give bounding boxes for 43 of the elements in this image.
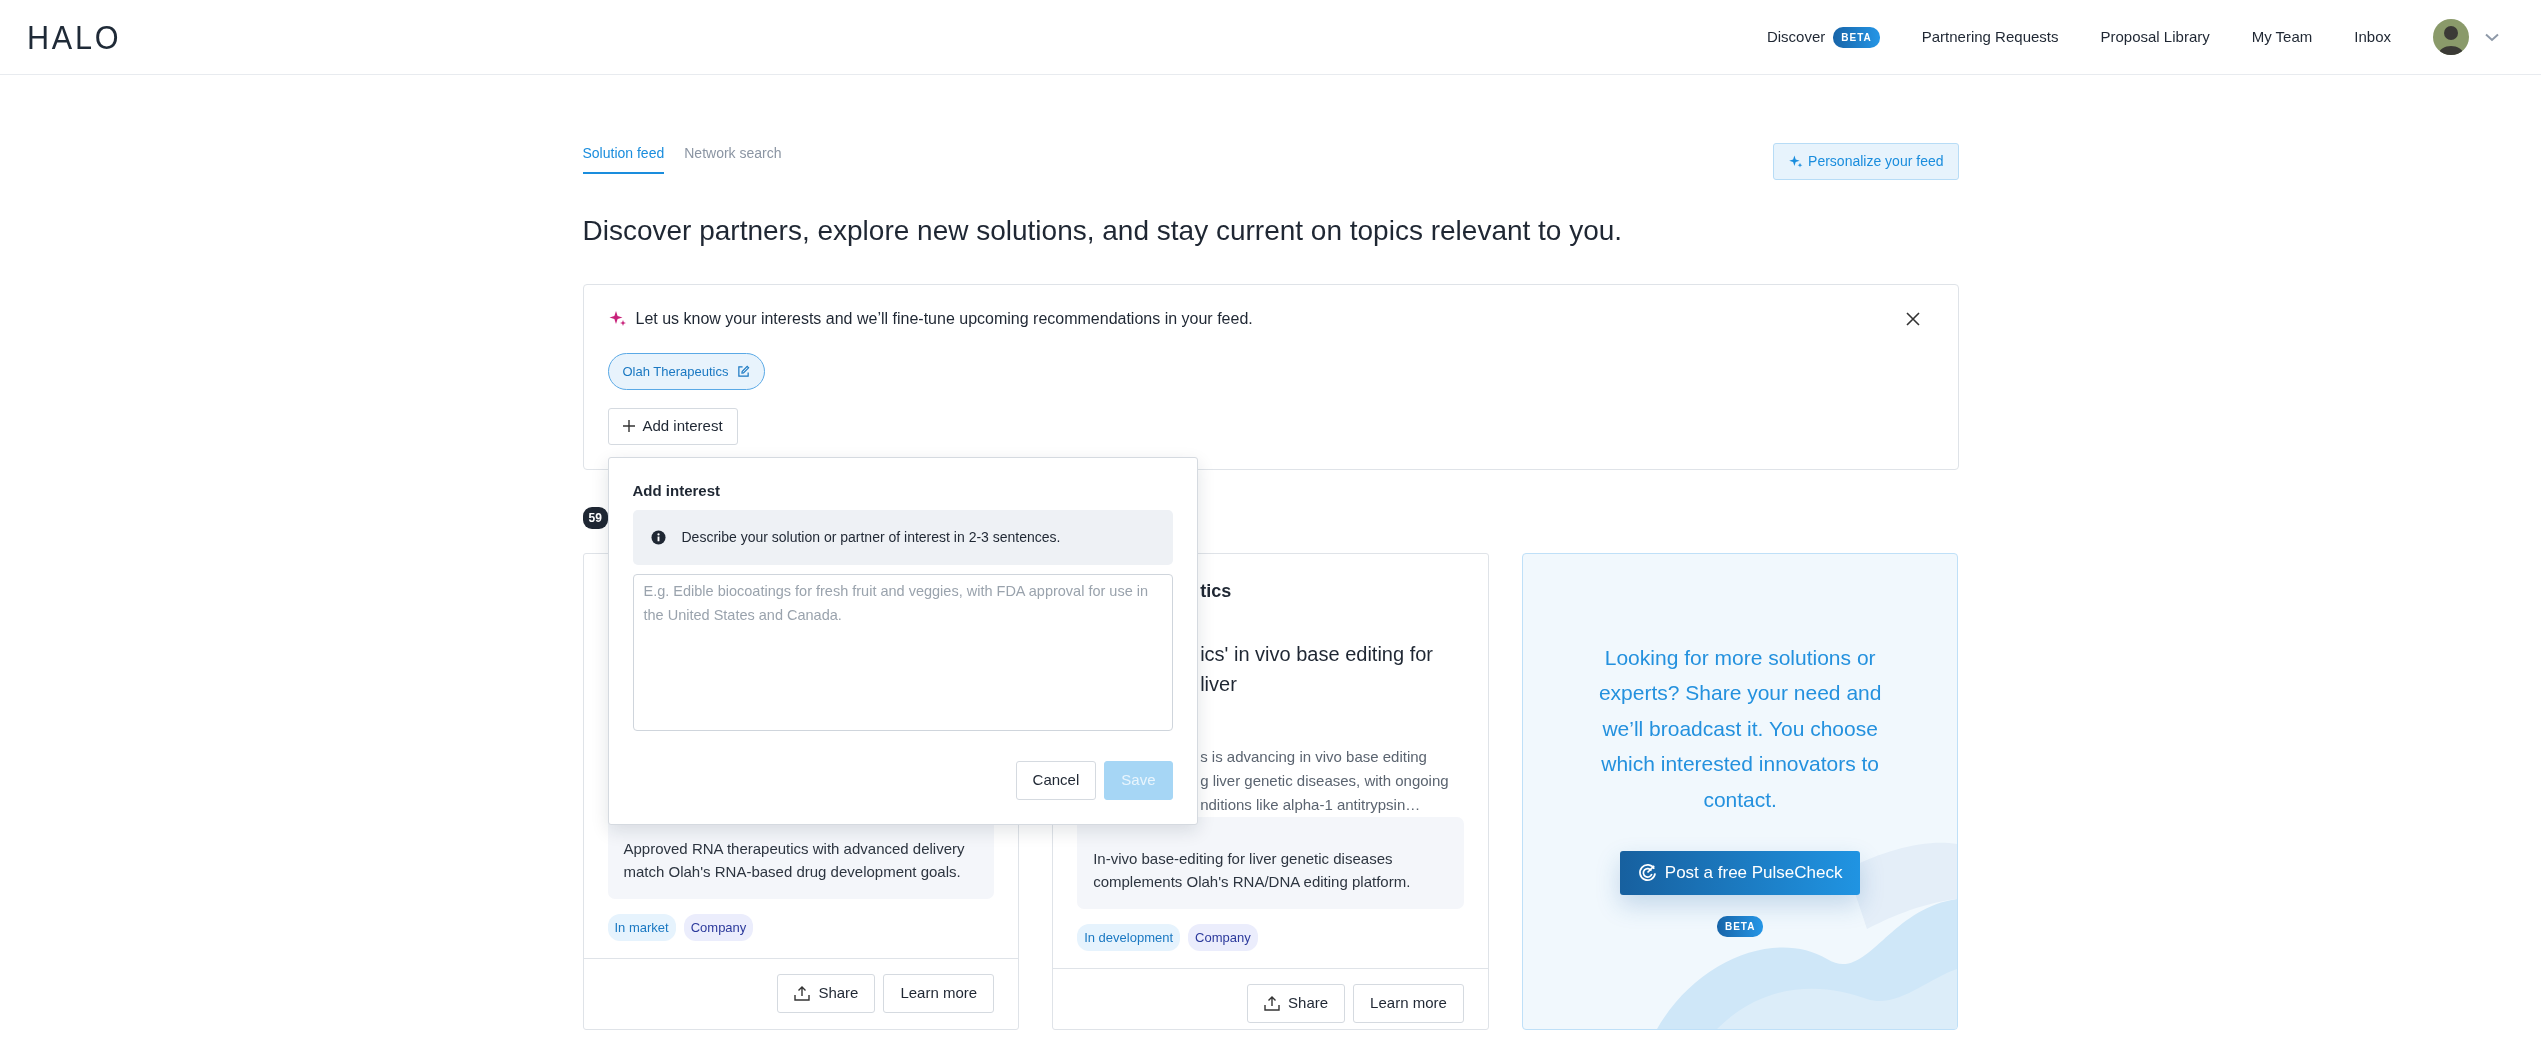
tab[interactable]: Solution feed [582, 143, 665, 174]
nav-link[interactable]: Partnering Requests [1921, 25, 2059, 49]
logo: HALO [27, 20, 122, 54]
add-interest-button[interactable]: Add interest [607, 408, 738, 445]
popover-title: Add interest [632, 480, 721, 501]
cta-message: Looking for more solutions or experts? Share your need and we’ll broadcast it. You choose which interested innovators to contact. [1597, 644, 1883, 813]
description-text: g liver genetic diseases, with ongoing [1200, 770, 1450, 791]
share-icon [1264, 995, 1281, 1011]
tag: Company [683, 913, 754, 942]
info-icon [650, 530, 666, 546]
plus-icon [622, 420, 635, 433]
description-input[interactable]: E.g. Edible biocoatings for fresh fruit and veggies, with FDA approval for use in the United States and Canada. [632, 574, 1173, 732]
share-icon [794, 985, 811, 1001]
share-button[interactable]: Share [1247, 984, 1346, 1023]
share-button[interactable]: Share [777, 974, 876, 1013]
post-pulsecheck-button[interactable]: Post a free PulseCheck [1619, 851, 1861, 895]
beta-badge: BETA [1833, 26, 1880, 48]
chevron-down-icon [2485, 32, 2499, 42]
description-text: s is advancing in vivo base editing [1200, 746, 1428, 767]
beta-badge: BETA [1716, 915, 1764, 937]
close-icon [1905, 311, 1920, 326]
avatar[interactable] [2433, 19, 2469, 55]
page-heading: Discover partners, explore new solutions, and stay current on topics relevant to you. [582, 214, 1624, 248]
description-text: nditions like alpha-1 antitrypsin… [1200, 794, 1422, 815]
results-count: 59 [582, 506, 608, 529]
nav-link[interactable]: Inbox [2354, 25, 2391, 49]
edit-icon [736, 364, 750, 378]
info-text: Describe your solution or partner of interest in 2-3 sentences. [681, 528, 1061, 548]
interest-chip[interactable]: Olah Therapeutics [607, 352, 765, 391]
banner-message: Let us know your interests and we’ll fine-tune upcoming recommendations in your feed. [635, 308, 1253, 329]
tag: In market [607, 913, 676, 942]
tag: In development [1077, 923, 1181, 952]
relevance-text: In-vivo base-editing for liver genetic diseases complements Olah's RNA/DNA editing platform. [1077, 816, 1464, 909]
tag: Company [1188, 923, 1258, 952]
nav-link[interactable]: Discover BETA [1766, 25, 1880, 49]
card-headline: ics' in vivo base editing for liver [1200, 641, 1434, 697]
nav-link[interactable]: Proposal Library [2100, 25, 2210, 49]
pulse-icon [1637, 863, 1657, 883]
learn-more-button[interactable]: Learn more [1353, 984, 1464, 1023]
nav-link[interactable]: My Team [2251, 25, 2313, 49]
cancel-button[interactable]: Cancel [1015, 761, 1097, 800]
company-name: tics [1200, 579, 1233, 603]
learn-more-button[interactable]: Learn more [883, 974, 995, 1013]
